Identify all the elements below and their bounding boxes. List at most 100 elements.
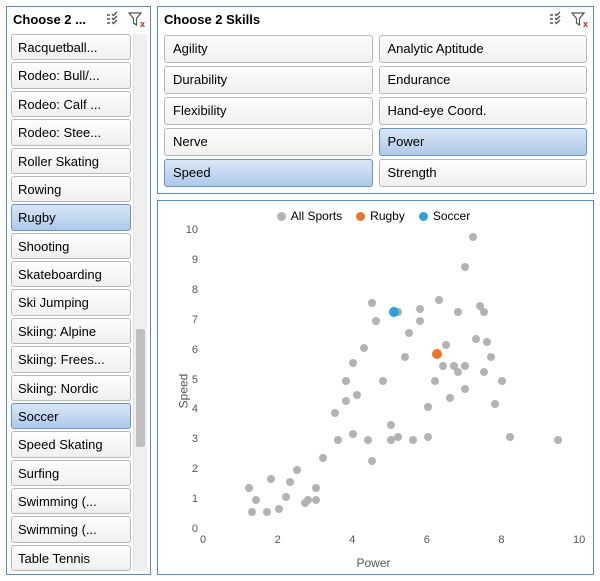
data-point[interactable] — [248, 508, 256, 516]
sports-scrollbar[interactable] — [133, 34, 147, 571]
clear-filter-icon[interactable] — [569, 10, 587, 28]
sport-item[interactable]: Rodeo: Stee... — [11, 119, 131, 145]
sport-item[interactable]: Roller Skating — [11, 148, 131, 174]
data-point[interactable] — [405, 329, 413, 337]
data-point[interactable] — [454, 368, 462, 376]
sport-item[interactable]: Skiing: Nordic — [11, 375, 131, 401]
skill-item[interactable]: Endurance — [379, 66, 588, 94]
skill-item[interactable]: Analytic Aptitude — [379, 35, 588, 63]
data-point[interactable] — [487, 353, 495, 361]
multi-select-icon[interactable] — [104, 10, 122, 28]
data-point[interactable] — [401, 353, 409, 361]
y-tick-label: 2 — [192, 463, 198, 475]
sport-item[interactable]: Swimming (... — [11, 516, 131, 542]
data-point[interactable] — [368, 457, 376, 465]
data-point[interactable] — [349, 430, 357, 438]
data-point[interactable] — [554, 436, 562, 444]
data-point[interactable] — [267, 475, 275, 483]
skill-item[interactable]: Strength — [379, 159, 588, 187]
data-point[interactable] — [293, 466, 301, 474]
data-point[interactable] — [439, 362, 447, 370]
data-point[interactable] — [442, 341, 450, 349]
clear-filter-icon[interactable] — [126, 10, 144, 28]
data-point[interactable] — [286, 478, 294, 486]
skill-item[interactable]: Durability — [164, 66, 373, 94]
sport-item[interactable]: Speed Skating — [11, 431, 131, 457]
data-point[interactable] — [275, 505, 283, 513]
data-point[interactable] — [431, 377, 439, 385]
data-point[interactable] — [334, 436, 342, 444]
sport-item[interactable]: Racquetball... — [11, 34, 131, 60]
skill-item[interactable]: Power — [379, 128, 588, 156]
data-point[interactable] — [461, 263, 469, 271]
data-point[interactable] — [498, 377, 506, 385]
data-point[interactable] — [389, 307, 399, 317]
y-tick-label: 1 — [192, 493, 198, 505]
data-point[interactable] — [432, 349, 442, 359]
data-point[interactable] — [483, 338, 491, 346]
data-point[interactable] — [360, 344, 368, 352]
data-point[interactable] — [312, 496, 320, 504]
data-point[interactable] — [342, 377, 350, 385]
sport-item[interactable]: Shooting — [11, 233, 131, 259]
sport-item[interactable]: Rowing — [11, 176, 131, 202]
sport-item[interactable]: Skiing: Alpine — [11, 318, 131, 344]
data-point[interactable] — [245, 484, 253, 492]
data-point[interactable] — [319, 454, 327, 462]
data-point[interactable] — [394, 433, 402, 441]
sport-item[interactable]: Ski Jumping — [11, 289, 131, 315]
scroll-thumb[interactable] — [136, 329, 145, 447]
data-point[interactable] — [491, 400, 499, 408]
data-point[interactable] — [480, 308, 488, 316]
sport-item[interactable]: Soccer — [11, 403, 131, 429]
data-point[interactable] — [353, 391, 361, 399]
data-point[interactable] — [506, 433, 514, 441]
sport-item[interactable]: Surfing — [11, 460, 131, 486]
data-point[interactable] — [252, 496, 260, 504]
data-point[interactable] — [282, 493, 290, 501]
legend-soccer-label: Soccer — [433, 209, 470, 223]
data-point[interactable] — [409, 436, 417, 444]
legend-dot-icon — [356, 212, 365, 221]
sport-item[interactable]: Rodeo: Calf ... — [11, 91, 131, 117]
sport-item[interactable]: Skateboarding — [11, 261, 131, 287]
data-point[interactable] — [461, 385, 469, 393]
y-tick-label: 10 — [186, 224, 198, 236]
data-point[interactable] — [469, 233, 477, 241]
data-point[interactable] — [263, 508, 271, 516]
data-point[interactable] — [416, 317, 424, 325]
data-point[interactable] — [379, 377, 387, 385]
data-point[interactable] — [342, 397, 350, 405]
data-point[interactable] — [461, 362, 469, 370]
data-point[interactable] — [368, 299, 376, 307]
scatter-plot[interactable]: 0123456789100246810 — [204, 231, 577, 530]
skill-item[interactable]: Flexibility — [164, 97, 373, 125]
data-point[interactable] — [312, 484, 320, 492]
data-point[interactable] — [416, 305, 424, 313]
data-point[interactable] — [480, 368, 488, 376]
data-point[interactable] — [372, 317, 380, 325]
data-point[interactable] — [472, 335, 480, 343]
data-point[interactable] — [349, 359, 357, 367]
skill-item[interactable]: Hand-eye Coord. — [379, 97, 588, 125]
sport-item[interactable]: Rugby — [11, 204, 131, 230]
skill-item[interactable]: Speed — [164, 159, 373, 187]
sport-item[interactable]: Rodeo: Bull/... — [11, 62, 131, 88]
data-point[interactable] — [424, 433, 432, 441]
data-point[interactable] — [331, 409, 339, 417]
multi-select-icon[interactable] — [547, 10, 565, 28]
legend-dot-icon — [277, 212, 286, 221]
sport-item[interactable]: Table Tennis — [11, 545, 131, 571]
legend-rugby-label: Rugby — [370, 209, 405, 223]
data-point[interactable] — [424, 403, 432, 411]
data-point[interactable] — [435, 296, 443, 304]
data-point[interactable] — [446, 394, 454, 402]
sport-item[interactable]: Swimming (... — [11, 488, 131, 514]
data-point[interactable] — [387, 421, 395, 429]
sport-item[interactable]: Skiing: Frees... — [11, 346, 131, 372]
data-point[interactable] — [454, 308, 462, 316]
y-tick-label: 5 — [192, 374, 198, 386]
skill-item[interactable]: Nerve — [164, 128, 373, 156]
skill-item[interactable]: Agility — [164, 35, 373, 63]
data-point[interactable] — [364, 436, 372, 444]
